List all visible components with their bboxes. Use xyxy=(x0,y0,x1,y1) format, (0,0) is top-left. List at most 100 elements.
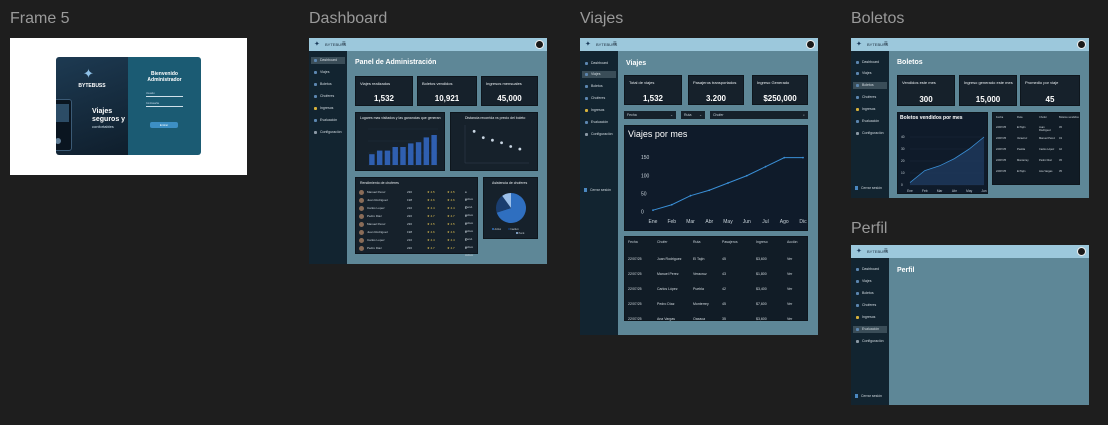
logout-link[interactable]: Cerrar sesión xyxy=(855,394,882,398)
bus-image xyxy=(56,99,72,151)
sidebar-item-viajes[interactable]: Viajes xyxy=(311,69,345,76)
menu-icon[interactable]: ≡ xyxy=(613,41,617,47)
y-tick-label: 0 xyxy=(641,210,644,216)
filter-fecha-select[interactable]: Fecha ⌄ xyxy=(624,111,676,119)
table-cell: 22/07/25 xyxy=(996,148,1007,151)
table-cell: $3,600 xyxy=(756,317,767,321)
sidebar-item-ingresos[interactable]: Ingresos xyxy=(582,107,616,114)
filter-chofer-input[interactable]: Chofer ⌕ xyxy=(710,111,808,119)
sidebar-item-configuracion[interactable]: Configuración xyxy=(853,338,887,345)
bytebuss-logo-icon: ✦ xyxy=(314,41,320,48)
topbar: ✦ BYTEBUSS ≡ xyxy=(851,38,1089,51)
table-cell: Veracruz xyxy=(693,272,707,276)
table-cell: Puebla xyxy=(693,287,704,291)
pie-legend-item: Inactivo xyxy=(510,228,519,231)
menu-icon[interactable]: ≡ xyxy=(884,248,888,254)
menu-icon[interactable]: ≡ xyxy=(342,41,346,47)
view-link[interactable]: Ver xyxy=(787,302,792,306)
dashboard-title: Dashboard xyxy=(309,10,388,27)
sidebar-item-boletos[interactable]: Boletos xyxy=(311,81,345,88)
stat-card: Total de viajes 1,532 xyxy=(624,75,682,105)
boletos-title: Boletos xyxy=(851,10,905,27)
driver-rating: ★ 4.4 xyxy=(447,238,455,242)
sidebar-item-viajes[interactable]: Viajes xyxy=(853,278,887,285)
perfil-title: Perfil xyxy=(851,220,888,237)
sidebar-item-choferes[interactable]: Choferes xyxy=(853,302,887,309)
filter-ruta-select[interactable]: Ruta ⌄ xyxy=(681,111,705,119)
view-link[interactable]: Ver xyxy=(787,272,792,276)
sidebar-item-choferes[interactable]: Choferes xyxy=(853,94,887,101)
sidebar-item-dashboard[interactable]: Dashboard xyxy=(582,60,616,67)
driver-rating: ★ 4.7 xyxy=(427,214,435,218)
line-point xyxy=(764,165,767,168)
sidebar-item-evaluacion[interactable]: Evaluación xyxy=(582,119,616,126)
sidebar-item-ingresos[interactable]: Ingresos xyxy=(311,105,345,112)
sidebar-item-boletos[interactable]: Boletos xyxy=(853,82,887,89)
table-row: Carlos Lopez 210 ★ 4.4 ★ 4.4 ● Activo xyxy=(359,205,475,217)
user-label: Usuario xyxy=(146,92,155,95)
avatar[interactable] xyxy=(1077,247,1086,256)
user-field[interactable] xyxy=(146,96,183,97)
view-link[interactable]: Ver xyxy=(787,317,792,321)
logout-link[interactable]: Cerrar sesión xyxy=(584,188,611,192)
column-header: Fecha xyxy=(628,240,638,244)
x-tick-label: Mar xyxy=(686,219,695,225)
view-link[interactable]: Ver xyxy=(787,257,792,261)
table-cell: Juan Rodriguez xyxy=(657,257,682,261)
sidebar-item-boletos[interactable]: Boletos xyxy=(853,290,887,297)
sidebar-item-ingresos[interactable]: Ingresos xyxy=(853,314,887,321)
sidebar-item-dashboard[interactable]: Dashboard xyxy=(853,266,887,273)
scatter-panel: Distancia recorrida vs precio del boleto xyxy=(450,112,538,171)
drivers-title: Rendimiento de choferes xyxy=(360,181,399,185)
bar xyxy=(400,147,406,165)
sidebar-item-choferes[interactable]: Choferes xyxy=(311,93,345,100)
x-tick-label: Dic xyxy=(799,219,807,225)
password-field[interactable] xyxy=(146,106,183,107)
table-cell: 22/07/25 xyxy=(996,137,1007,140)
sidebar-item-viajes[interactable]: Viajes xyxy=(853,70,887,77)
slogan-line2: seguros y xyxy=(92,116,126,123)
table-row: Juan Rodriguez 198 ★ 4.6 ★ 4.6 ● Pend. xyxy=(359,197,475,209)
sidebar-item-viajes[interactable]: Viajes xyxy=(582,71,616,78)
driver-rating: ★ 4.4 xyxy=(427,206,435,210)
avatar[interactable] xyxy=(535,40,544,49)
sidebar-item-choferes[interactable]: Choferes xyxy=(582,95,616,102)
x-tick-label: Abr xyxy=(705,219,713,225)
sidebar: Dashboard Viajes Boletos Choferes Ingres… xyxy=(309,51,347,264)
driver-trips: 210 xyxy=(407,238,413,242)
avatar[interactable] xyxy=(806,40,815,49)
sidebar-item-dashboard[interactable]: Dashboard xyxy=(853,59,887,66)
driver-rating: ★ 4.6 xyxy=(447,230,455,234)
table-row: 22/07/25 El Tajín Juan Rodríguez 45 xyxy=(993,126,1081,134)
login-submit-button[interactable]: Entrar xyxy=(150,122,178,128)
sidebar: Dashboard Viajes Boletos Choferes Ingres… xyxy=(851,51,889,198)
table-cell: $7,600 xyxy=(756,302,767,306)
sidebar-item-ingresos[interactable]: Ingresos xyxy=(853,106,887,113)
bar xyxy=(376,150,383,165)
table-cell: 42 xyxy=(722,287,726,291)
sidebar-item-dashboard[interactable]: Dashboard xyxy=(311,57,345,64)
topbar: ✦ BYTEBUSS ≡ xyxy=(309,38,547,51)
sidebar-item-configuracion[interactable]: Configuración xyxy=(582,131,616,138)
bar xyxy=(369,154,375,165)
table-cell: Monterrey xyxy=(1017,159,1029,162)
sidebar-item-boletos[interactable]: Boletos xyxy=(582,83,616,90)
avatar[interactable] xyxy=(1077,40,1086,49)
bar xyxy=(408,143,414,165)
column-header: Chofer xyxy=(657,240,668,244)
sidebar-item-evaluacion[interactable]: Evaluación xyxy=(853,118,887,125)
menu-icon[interactable]: ≡ xyxy=(884,41,888,47)
sidebar-item-evaluacion[interactable]: Evaluación xyxy=(311,117,345,124)
sidebar-item-evaluacion[interactable]: Evaluación xyxy=(853,326,887,333)
table-cell: $1,800 xyxy=(756,272,767,276)
driver-trips: 220 xyxy=(407,214,413,218)
viajes-title: Viajes xyxy=(580,10,624,27)
sidebar-item-configuracion[interactable]: Configuración xyxy=(311,129,345,136)
view-link[interactable]: Ver xyxy=(787,287,792,291)
logout-link[interactable]: Cerrar sesión xyxy=(855,186,882,190)
table-row: Pedro Diaz 220 ★ 4.7 ★ 4.7 ● Activo xyxy=(359,213,475,225)
x-tick-label: May xyxy=(723,219,733,225)
sidebar-item-configuracion[interactable]: Configuración xyxy=(853,130,887,137)
avatar xyxy=(359,230,364,235)
driver-rating: ★ 4.4 xyxy=(447,206,455,210)
